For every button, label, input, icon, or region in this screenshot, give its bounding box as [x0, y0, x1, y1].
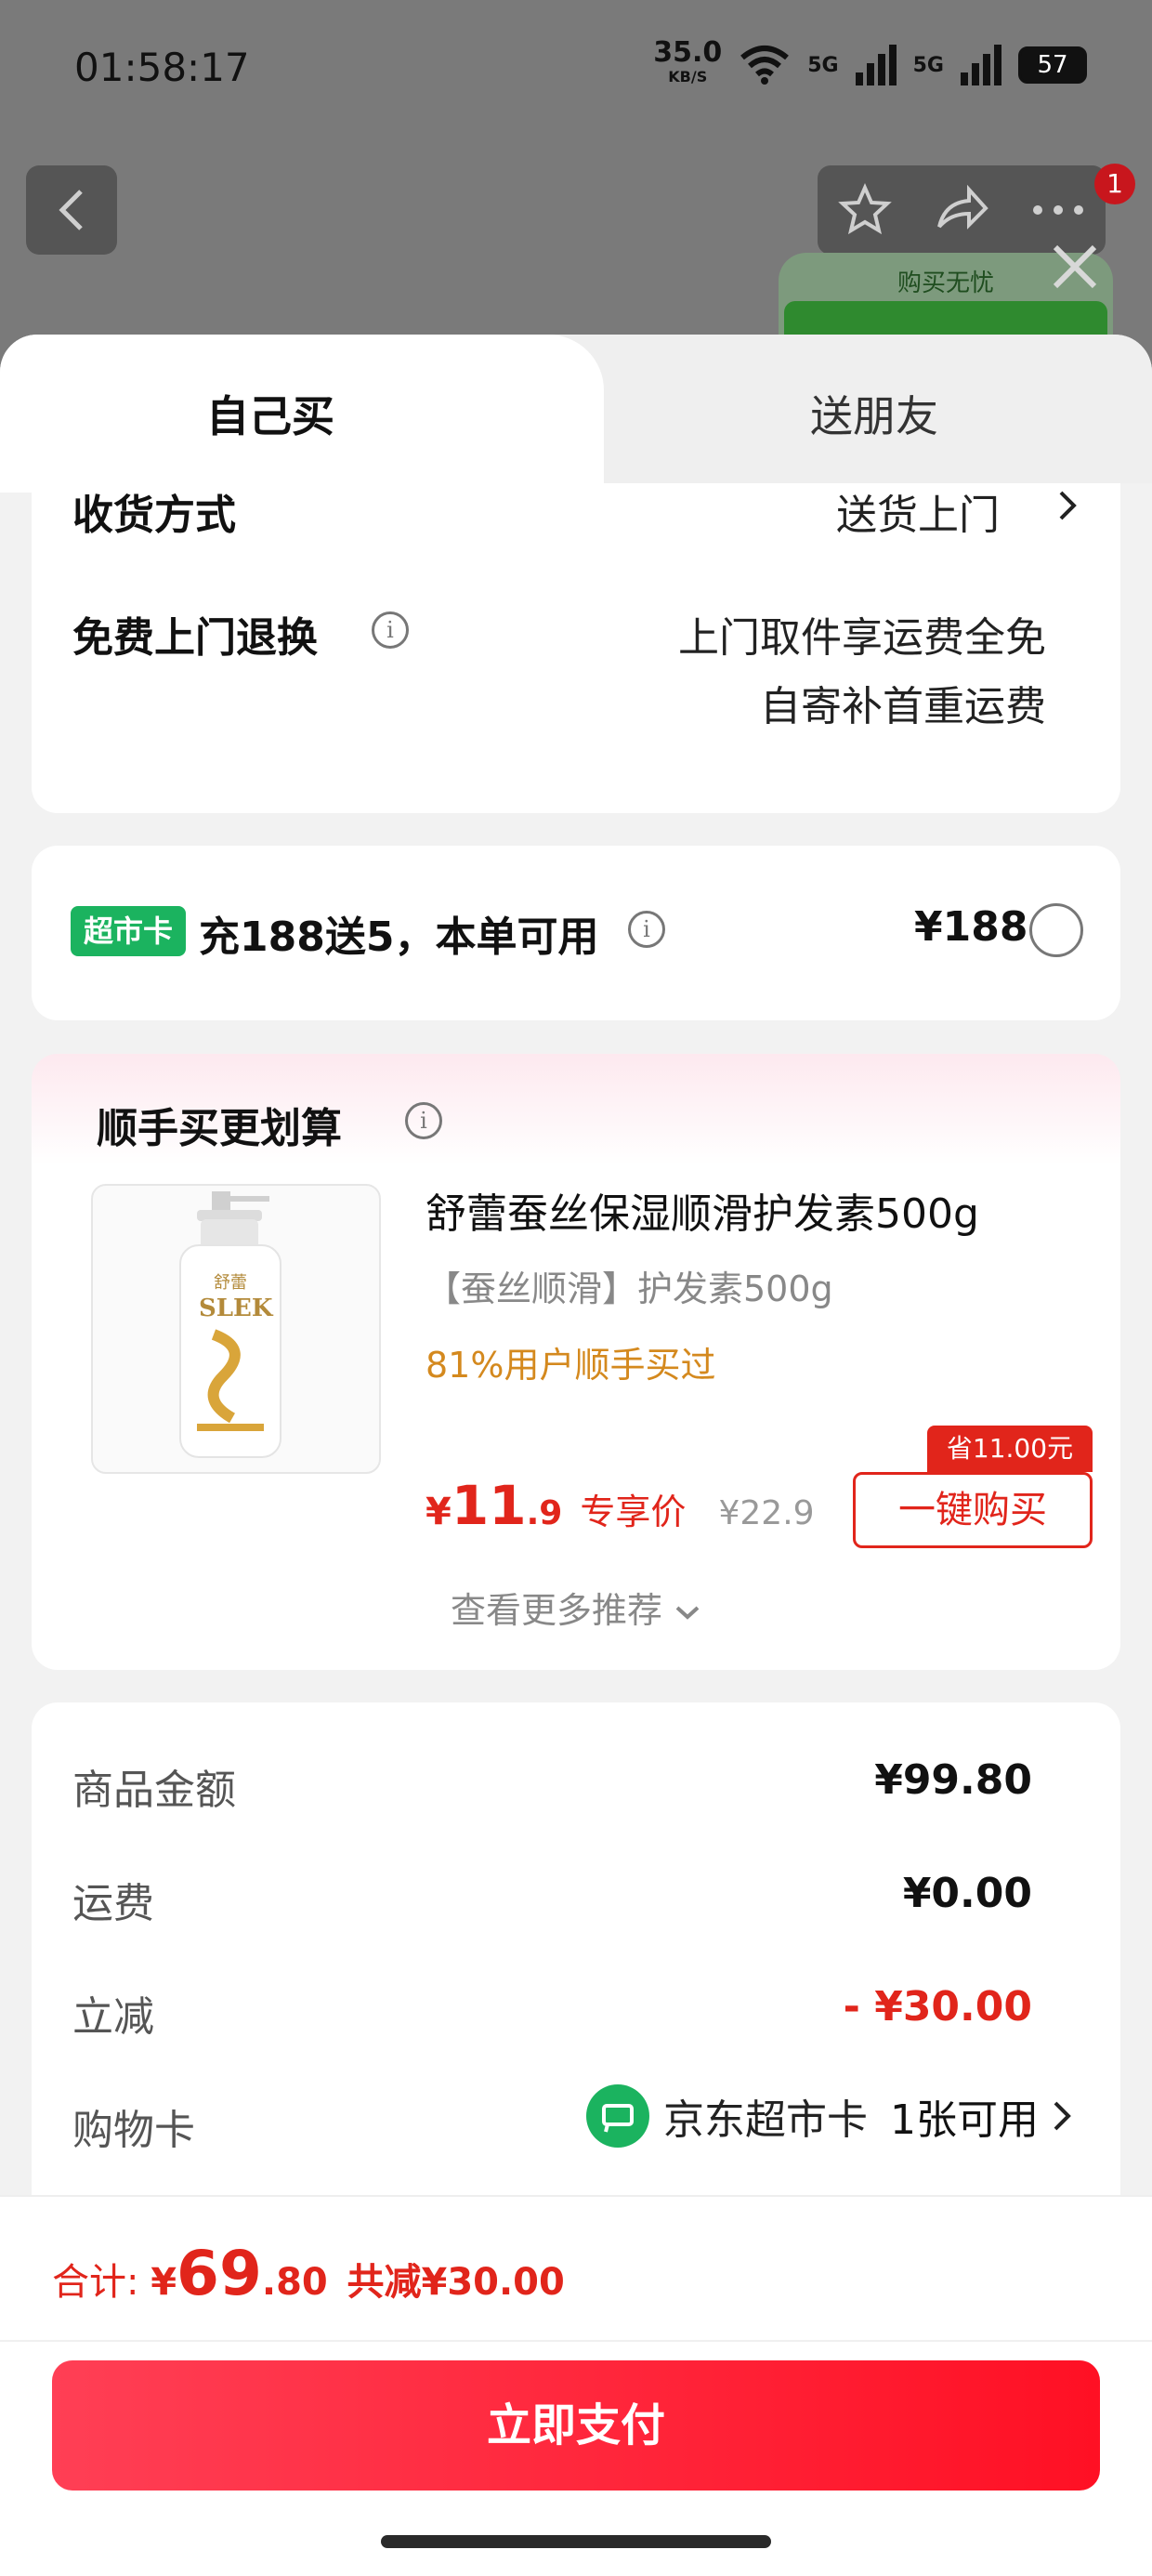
shipping-label: 运费: [72, 1880, 154, 1927]
delivery-card: 收货方式 送货上门 免费上门退换 i 上门取件享运费全免 自寄补首重运费: [32, 483, 1120, 813]
addon-card: 顺手买更划算 i 舒蕾 SLEK 舒蕾蚕丝保湿顺滑护发素500g 【蚕丝顺滑】护…: [32, 1054, 1120, 1670]
checkout-footer: 合计: ¥69.80 共减¥30.00 立即支付: [0, 2195, 1152, 2576]
gift-card-availability: 1张可用: [890, 2096, 1039, 2144]
conditioner-bottle-icon: 舒蕾 SLEK: [179, 1191, 281, 1458]
speed-value: 35.0: [653, 36, 723, 69]
more-icon[interactable]: [1030, 201, 1086, 219]
total-dec: .80: [261, 2261, 328, 2304]
tab-self[interactable]: 自己买: [206, 383, 334, 444]
status-time: 01:58:17: [74, 45, 250, 90]
chevron-down-icon: [675, 1606, 700, 1620]
addon-price: ¥11.9 专享价 ¥22.9: [425, 1474, 815, 1537]
chevron-right-icon: [1054, 2101, 1071, 2131]
share-icon[interactable]: [932, 182, 991, 238]
goods-amount-label: 商品金额: [72, 1767, 236, 1814]
home-indicator[interactable]: [381, 2535, 771, 2548]
gift-card-selector[interactable]: 京东超市卡 1张可用: [585, 2083, 1072, 2149]
product-name[interactable]: 舒蕾蚕丝保湿顺滑护发素500g: [425, 1180, 979, 1240]
status-icons: 35.0 KB/S 5G 5G 57: [653, 39, 1087, 89]
gift-card-name: 京东超市卡: [663, 2096, 868, 2144]
back-button[interactable]: [26, 165, 117, 255]
price-int: 11: [451, 1474, 527, 1537]
supermarket-card-offer[interactable]: 超市卡 充188送5，本单可用 i ¥188: [32, 846, 1120, 1020]
goods-amount-value: ¥99.80: [874, 1756, 1032, 1804]
network-type-1: 5G: [807, 53, 839, 77]
signal-icon: [961, 45, 1001, 85]
original-price: ¥22.9: [718, 1494, 815, 1532]
status-bar: 01:58:17 35.0 KB/S 5G 5G 57: [0, 0, 1152, 139]
free-return-label: 免费上门退换: [72, 614, 318, 662]
product-spec: 【蚕丝顺滑】护发素500g: [425, 1268, 833, 1309]
star-icon[interactable]: [837, 182, 893, 238]
delivery-method-label: 收货方式: [72, 492, 236, 539]
discount-label: 立减: [72, 1993, 154, 2041]
close-icon[interactable]: [1042, 234, 1107, 299]
info-icon[interactable]: i: [628, 911, 665, 948]
offer-text: 充188送5，本单可用: [199, 913, 599, 961]
network-type-2: 5G: [912, 53, 944, 77]
price-tag: 专享价: [580, 1492, 687, 1532]
info-icon[interactable]: i: [372, 611, 409, 649]
shipping-value: ¥0.00: [902, 1870, 1032, 1917]
total-int: 69: [177, 2238, 262, 2309]
battery-icon: 57: [1018, 46, 1087, 84]
total-label: 合计:: [52, 2261, 139, 2304]
social-proof: 81%用户顺手买过: [425, 1345, 716, 1386]
purchase-tabs: 自己买 送朋友: [0, 335, 1152, 493]
network-speed: 35.0 KB/S: [653, 39, 722, 89]
free-return-line1: 上门取件享运费全免: [678, 614, 1046, 662]
free-return-line2: 自寄补首重运费: [760, 683, 1046, 730]
delivery-method-value[interactable]: 送货上门: [836, 481, 1000, 541]
svg-text:舒蕾: 舒蕾: [214, 1273, 247, 1293]
chevron-left-icon: [59, 190, 83, 230]
save-tag: 省11.00元: [927, 1426, 1093, 1472]
total-symbol: ¥: [151, 2261, 177, 2304]
chevron-right-icon: [1059, 491, 1077, 520]
total-line: 合计: ¥69.80 共减¥30.00: [52, 2238, 565, 2309]
more-recommendations[interactable]: 查看更多推荐: [32, 1582, 1120, 1633]
offer-price: ¥188: [914, 903, 1028, 951]
price-symbol: ¥: [425, 1491, 452, 1533]
discount-value: - ¥30.00: [843, 1983, 1032, 2031]
wifi-icon: [740, 46, 790, 85]
jd-supermarket-card-icon: [586, 2084, 649, 2148]
offer-radio[interactable]: [1029, 903, 1083, 957]
pay-now-button[interactable]: 立即支付: [52, 2360, 1100, 2491]
notification-badge: 1: [1094, 164, 1135, 204]
svg-text:SLEK: SLEK: [199, 1295, 274, 1322]
signal-icon: [855, 45, 897, 85]
one-click-buy-button[interactable]: 一键购买: [853, 1472, 1093, 1548]
gift-card-label: 购物卡: [72, 2107, 195, 2154]
divider: [0, 2340, 1152, 2342]
product-image[interactable]: 舒蕾 SLEK: [91, 1184, 381, 1474]
more-label: 查看更多推荐: [450, 1590, 662, 1631]
info-icon[interactable]: i: [405, 1102, 442, 1139]
tab-friend[interactable]: 送朋友: [810, 383, 938, 444]
price-dec: .9: [526, 1494, 563, 1532]
addon-title: 顺手买更划算: [97, 1105, 342, 1152]
supermarket-chip: 超市卡: [71, 906, 186, 956]
total-saved: 共减¥30.00: [347, 2261, 565, 2304]
